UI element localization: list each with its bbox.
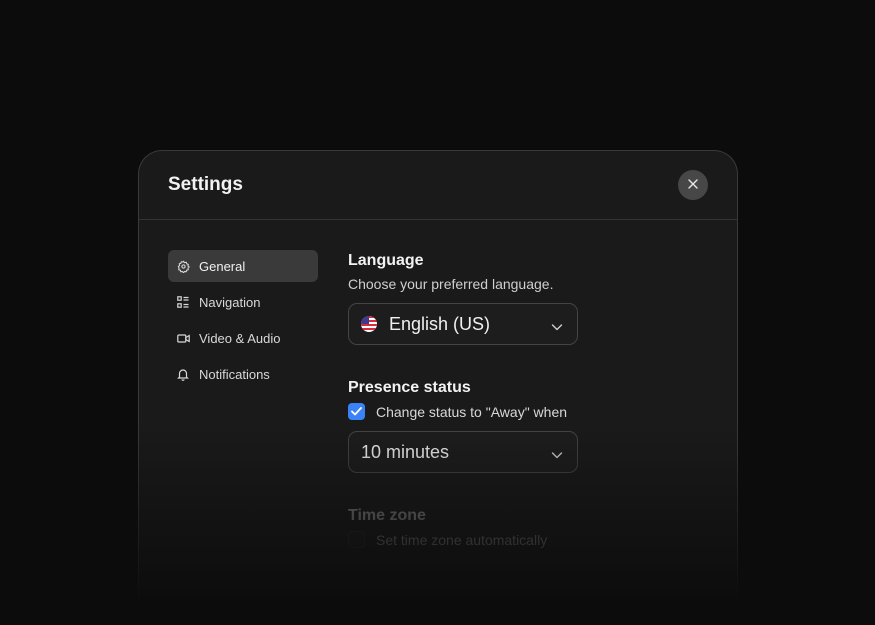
away-duration-select[interactable]: 10 minutes bbox=[348, 431, 578, 473]
timezone-auto-row: Set time zone automatically bbox=[348, 531, 578, 548]
timezone-section: Time zone Set time zone automatically bbox=[348, 507, 708, 548]
language-select[interactable]: English (US) bbox=[348, 303, 578, 345]
sidebar-item-label: Notifications bbox=[199, 366, 270, 382]
close-icon bbox=[688, 176, 698, 194]
sidebar-item-general[interactable]: General bbox=[168, 250, 318, 282]
section-title: Presence status bbox=[348, 379, 471, 396]
sidebar-item-label: General bbox=[199, 258, 246, 274]
settings-content: Language Choose your preferred language. bbox=[348, 252, 708, 548]
chevron-down-icon bbox=[551, 317, 563, 338]
sidebar-item-navigation[interactable]: Navigation bbox=[168, 286, 318, 318]
language-section: Language Choose your preferred language. bbox=[348, 252, 708, 345]
modal-header: Settings bbox=[139, 151, 737, 220]
close-button[interactable] bbox=[678, 170, 708, 200]
sidebar-item-video-audio[interactable]: Video & Audio bbox=[168, 322, 318, 354]
sidebar-item-notifications[interactable]: Notifications bbox=[168, 358, 318, 390]
settings-sidebar: General Navigation Video & Audio Notific… bbox=[168, 250, 318, 394]
list-icon bbox=[176, 295, 190, 309]
modal-body: General Navigation Video & Audio Notific… bbox=[139, 220, 737, 625]
settings-modal: Settings General Navigation Video & Audi… bbox=[138, 150, 738, 625]
sidebar-item-label: Navigation bbox=[199, 294, 261, 310]
bell-icon bbox=[176, 367, 190, 381]
away-status-checkbox[interactable] bbox=[348, 403, 365, 420]
timezone-auto-label: Set time zone automatically bbox=[376, 531, 548, 548]
gear-icon bbox=[176, 259, 190, 273]
checkmark-icon bbox=[351, 403, 362, 420]
away-status-row: Change status to "Away" when bbox=[348, 403, 578, 420]
timezone-auto-checkbox[interactable] bbox=[348, 531, 365, 548]
language-select-value: English (US) bbox=[389, 313, 491, 334]
section-description: Choose your preferred language. bbox=[348, 276, 554, 292]
modal-title: Settings bbox=[168, 174, 243, 195]
video-camera-icon bbox=[176, 331, 190, 345]
away-status-label: Change status to "Away" when bbox=[376, 403, 568, 420]
section-title: Time zone bbox=[348, 507, 426, 524]
chevron-down-icon bbox=[551, 445, 563, 466]
us-flag-icon bbox=[361, 316, 377, 332]
section-title: Language bbox=[348, 252, 424, 269]
sidebar-item-label: Video & Audio bbox=[199, 330, 281, 346]
away-duration-value: 10 minutes bbox=[361, 441, 450, 462]
presence-section: Presence status Change status to "Away" … bbox=[348, 379, 708, 473]
